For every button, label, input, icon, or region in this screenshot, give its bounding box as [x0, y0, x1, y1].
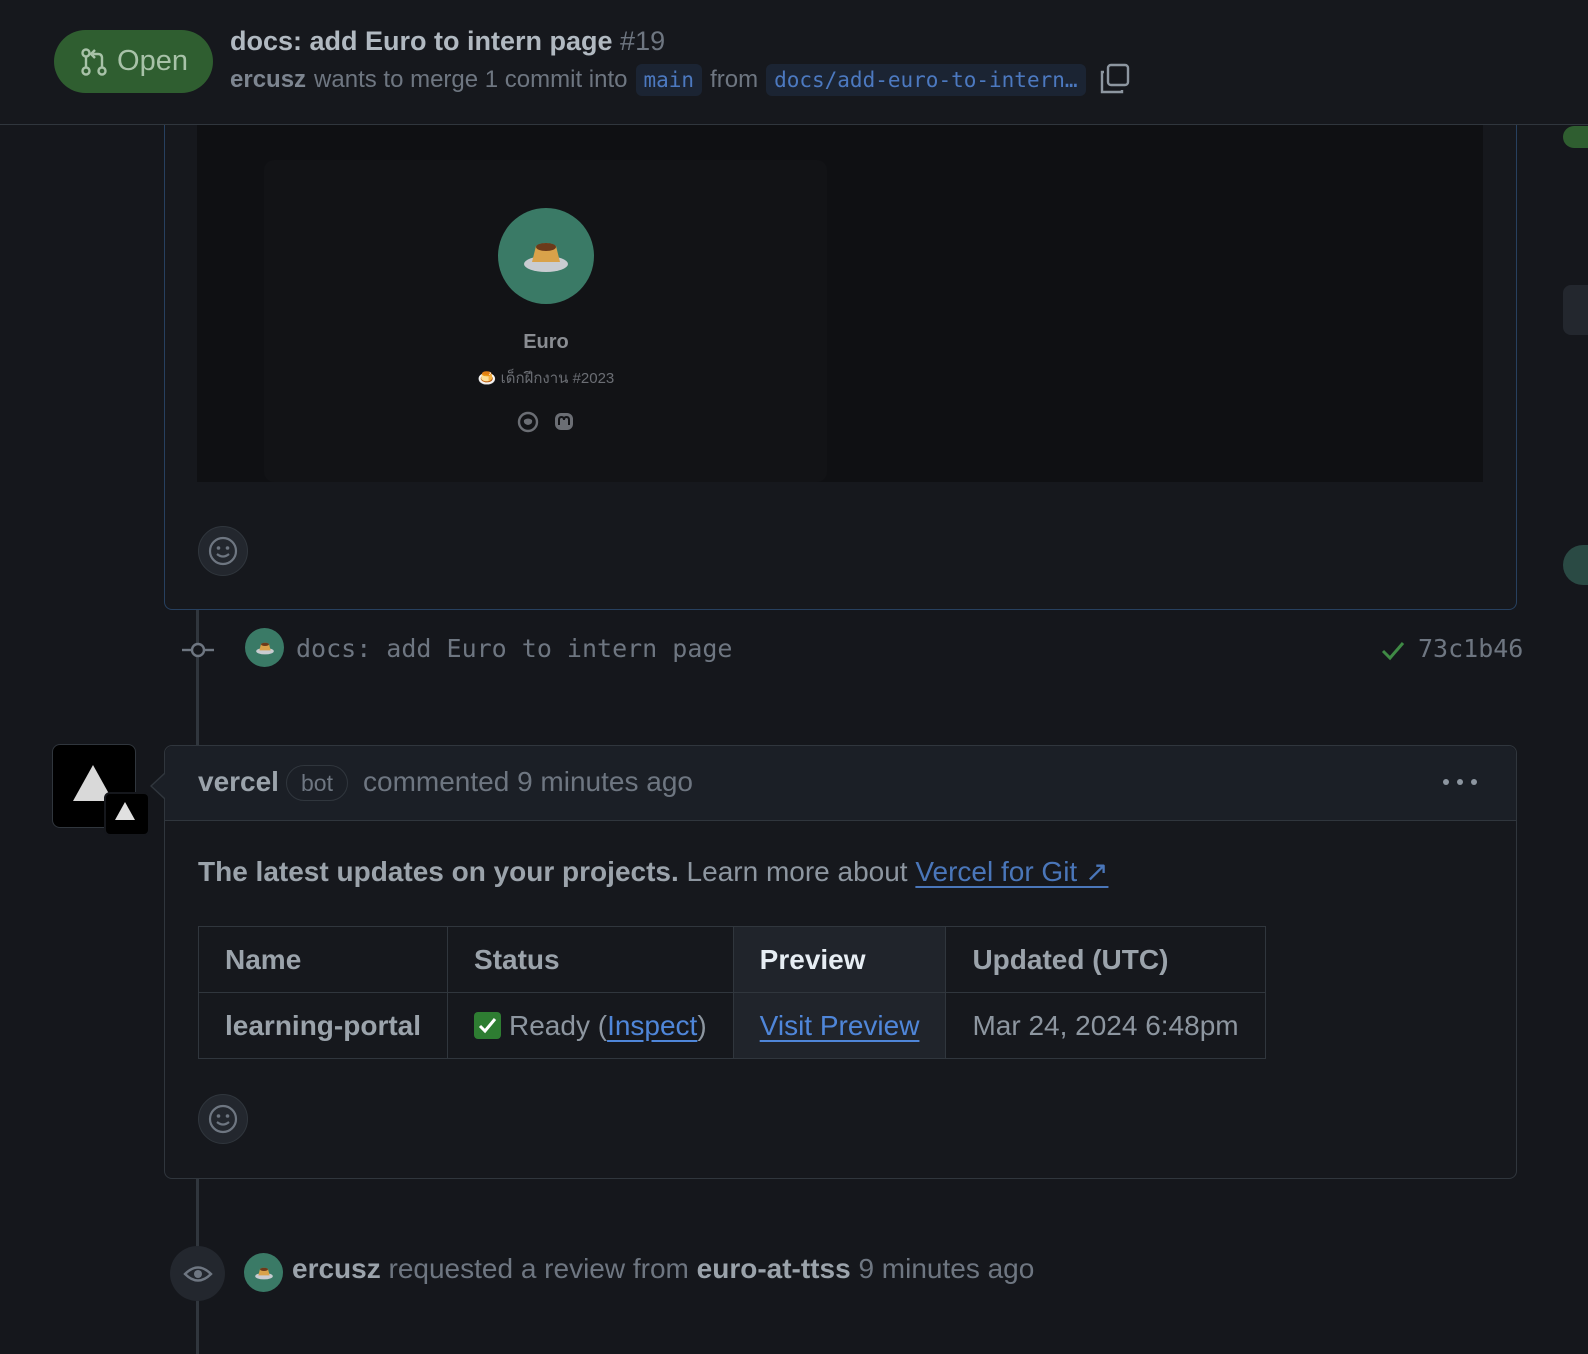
mastodon-icon[interactable]: [553, 411, 575, 433]
check-box-icon: [474, 1011, 502, 1039]
status-cell: Ready (Inspect): [447, 992, 734, 1059]
comment-timestamp[interactable]: commented 9 minutes ago: [363, 766, 693, 798]
add-reaction-button[interactable]: [198, 526, 248, 576]
pr-author[interactable]: ercusz: [230, 66, 306, 94]
review-time[interactable]: 9 minutes ago: [858, 1253, 1034, 1284]
base-branch[interactable]: main: [635, 64, 703, 96]
comment-author[interactable]: vercel: [198, 766, 279, 798]
pudding-icon: [255, 642, 274, 654]
pudding-icon: [254, 1267, 273, 1279]
head-branch[interactable]: docs/add-euro-to-intern…: [766, 64, 1086, 96]
commit-message[interactable]: docs: add Euro to intern page: [296, 634, 733, 663]
pudding-icon: [524, 243, 568, 272]
check-icon[interactable]: [1380, 638, 1406, 662]
review-event-text: ercusz requested a review from euro-at-t…: [292, 1253, 1034, 1285]
pudding-icon: 🍮: [477, 370, 497, 387]
sidebar-edge: [1563, 545, 1588, 585]
sidebar-edge: [1563, 285, 1588, 335]
column-header: Preview: [732, 926, 947, 993]
git-pull-request-icon: [81, 47, 107, 76]
commit-icon: [182, 642, 214, 658]
column-header: Updated (UTC): [945, 926, 1266, 993]
profile-role: 🍮 เด็กฝึกงาน #2023: [420, 366, 672, 390]
smiley-icon: [208, 536, 238, 566]
profile-name: Euro: [523, 331, 569, 353]
sidebar-edge: [1563, 126, 1588, 148]
avatar[interactable]: [244, 1253, 283, 1292]
bot-badge: bot: [286, 765, 348, 801]
github-icon[interactable]: [517, 411, 539, 433]
preview-cell: Visit Preview: [732, 992, 947, 1059]
eye-icon: [182, 1265, 213, 1282]
merge-text: wants to merge 1 commit into: [314, 66, 628, 93]
pr-state-badge: Open: [54, 30, 213, 93]
status-text: Ready (: [509, 1009, 608, 1041]
add-reaction-button[interactable]: [198, 1094, 248, 1144]
pr-state-label: Open: [117, 45, 188, 77]
column-header: Status: [447, 926, 734, 993]
actor-link[interactable]: ercusz: [292, 1253, 381, 1284]
intro-bold: The latest updates on your projects.: [198, 856, 679, 887]
inspect-link[interactable]: Inspect: [607, 1010, 697, 1041]
pr-title-text: docs: add Euro to intern page: [230, 26, 613, 56]
vercel-for-git-link[interactable]: Vercel for Git ↗: [915, 856, 1108, 887]
kebab-menu-icon[interactable]: [1440, 768, 1480, 796]
vercel-app-badge: [104, 792, 150, 836]
reviewer-link[interactable]: euro-at-ttss: [697, 1253, 851, 1284]
intro-text: Learn more about: [686, 856, 908, 887]
review-action: requested a review from: [388, 1253, 689, 1284]
smiley-icon: [208, 1104, 238, 1134]
updated-cell: Mar 24, 2024 6:48pm: [945, 992, 1266, 1059]
pr-number: #19: [620, 26, 666, 56]
review-event-badge: [170, 1246, 225, 1301]
timeline-line: [196, 610, 199, 745]
profile-role-text: เด็กฝึกงาน #2023: [500, 370, 615, 387]
comment-caret: [152, 774, 165, 798]
pr-sticky-header: Open docs: add Euro to intern page #19 e…: [0, 0, 1588, 125]
project-name: learning-portal: [197, 992, 449, 1059]
visit-preview-link[interactable]: Visit Preview: [760, 1010, 920, 1041]
deployment-table: Name Status Preview Updated (UTC) learni…: [197, 926, 1266, 1059]
table-row: learning-portal Ready (Inspect) Visit Pr…: [197, 992, 1266, 1059]
avatar[interactable]: [245, 628, 284, 667]
euro-avatar: [498, 208, 594, 304]
copy-icon[interactable]: [1098, 62, 1132, 96]
pr-subtitle: ercusz wants to merge 1 commit into main…: [230, 64, 1086, 96]
comment-intro: The latest updates on your projects. Lea…: [198, 855, 1108, 888]
vercel-logo-icon: [115, 802, 135, 820]
commit-sha[interactable]: 73c1b46: [1418, 634, 1523, 663]
page-title: docs: add Euro to intern page #19: [230, 26, 665, 57]
from-text: from: [710, 66, 759, 93]
status-suffix: ): [697, 1009, 707, 1041]
column-header: Name: [197, 926, 449, 993]
